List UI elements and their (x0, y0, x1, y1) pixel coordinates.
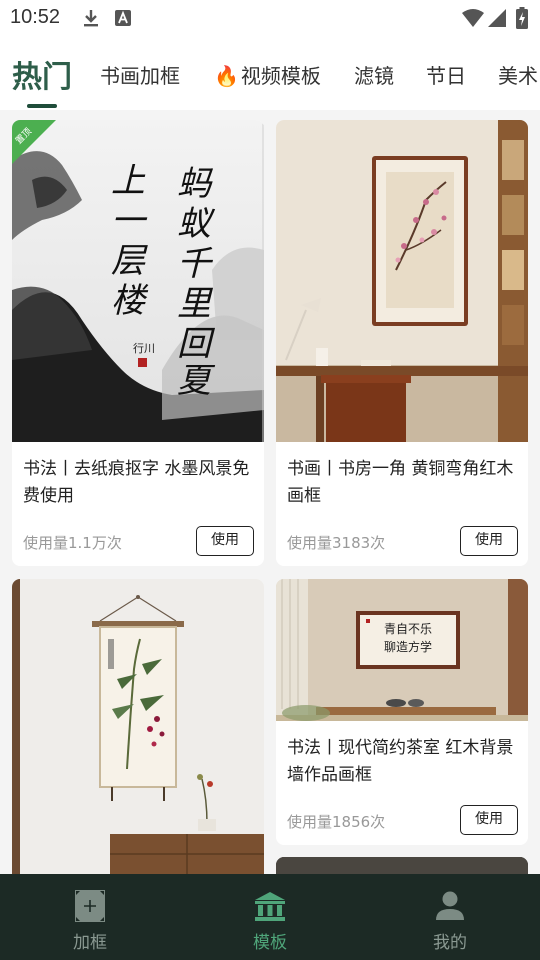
use-button[interactable]: 使用 (460, 805, 518, 835)
nav-add-frame-label: 加框 (73, 933, 107, 953)
svg-text:聊造方学: 聊造方学 (384, 639, 432, 654)
svg-text:层: 层 (111, 241, 148, 281)
svg-text:千: 千 (177, 244, 214, 284)
use-button[interactable]: 使用 (460, 526, 518, 556)
nav-profile[interactable]: 我的 (400, 890, 500, 953)
svg-text:回: 回 (177, 324, 216, 364)
svg-text:楼: 楼 (111, 281, 149, 321)
nav-add-frame[interactable]: 加框 (40, 890, 140, 953)
template-title: 书画丨书房一角 黄铜弯角红木画框 (287, 459, 514, 506)
template-preview-image (276, 120, 528, 442)
text-a-icon (115, 10, 131, 30)
tab-video-templates-label: 视频模板 (240, 64, 321, 88)
nav-profile-label: 我的 (433, 933, 467, 953)
profile-icon (435, 890, 465, 926)
template-title: 书法丨去纸痕抠字 水墨风景免费使用 (23, 459, 250, 506)
category-tabs: 热门 书画加框 🔥 视频模板 滤镜 节日 美术 (0, 40, 540, 110)
signal-icon (488, 9, 506, 31)
pinned-badge: 置顶 (12, 120, 56, 164)
svg-text:里: 里 (177, 284, 214, 324)
template-grid: 蚂 蚁 千 里 回 夏 上 一 层 楼 行川 置顶 书法丨去纸痕抠字 水墨风景免… (0, 110, 540, 874)
status-time: 10:52 (10, 6, 61, 28)
template-card[interactable]: 蚂 蚁 千 里 回 夏 上 一 层 楼 行川 置顶 书法丨去纸痕抠字 水墨风景免… (12, 120, 264, 566)
nav-templates-label: 模板 (253, 933, 287, 953)
status-bar: 10:52 (0, 0, 540, 36)
tab-art[interactable]: 美术 (498, 60, 538, 89)
svg-text:蚁: 蚁 (177, 204, 216, 244)
svg-text:行川: 行川 (133, 342, 155, 355)
svg-text:上: 上 (111, 161, 146, 201)
tab-filters[interactable]: 滤镜 (354, 60, 394, 89)
fire-icon: 🔥 (214, 64, 239, 88)
usage-count: 使用量1856次 (287, 813, 386, 831)
template-card[interactable]: 青自不乐 聊造方学 书法丨现代简约茶室 红木背景墙作品画框 使用量1856次 使… (276, 579, 528, 845)
tab-framing[interactable]: 书画加框 (100, 60, 180, 89)
template-preview-image (12, 579, 264, 874)
use-button[interactable]: 使用 (196, 526, 254, 556)
template-card[interactable] (276, 857, 528, 874)
template-preview-image: 青自不乐 聊造方学 (276, 579, 528, 721)
template-card[interactable] (12, 579, 264, 874)
template-card[interactable]: 书画丨书房一角 黄铜弯角红木画框 使用量3183次 使用 (276, 120, 528, 566)
template-title: 书法丨现代简约茶室 红木背景墙作品画框 (287, 738, 514, 785)
svg-text:青自不乐: 青自不乐 (384, 622, 432, 636)
svg-text:夏: 夏 (177, 361, 216, 401)
battery-charging-icon (516, 7, 528, 33)
add-frame-icon (75, 890, 105, 926)
download-icon (82, 8, 100, 32)
wifi-icon (462, 9, 484, 31)
tab-hot[interactable]: 热门 (12, 52, 72, 96)
template-preview-image: 蚂 蚁 千 里 回 夏 上 一 层 楼 行川 (12, 120, 264, 442)
active-tab-indicator (27, 104, 57, 108)
template-preview-image (276, 857, 528, 874)
tab-festivals[interactable]: 节日 (426, 60, 466, 89)
svg-text:蚂: 蚂 (177, 164, 214, 204)
usage-count: 使用量1.1万次 (23, 534, 122, 552)
tab-video-templates[interactable]: 🔥 视频模板 (214, 60, 321, 89)
svg-text:一: 一 (111, 201, 148, 241)
usage-count: 使用量3183次 (287, 534, 386, 552)
bottom-navigation: 加框 模板 我的 (0, 874, 540, 960)
nav-templates[interactable]: 模板 (220, 890, 320, 953)
template-bank-icon (254, 890, 286, 926)
